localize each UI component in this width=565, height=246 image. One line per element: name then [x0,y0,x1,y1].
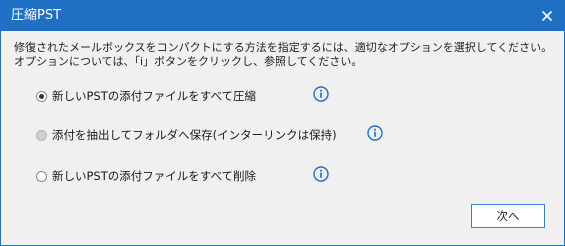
close-button[interactable] [530,1,564,31]
next-button[interactable]: 次へ [471,204,545,228]
radio-extract-attachments[interactable] [36,129,47,141]
compact-pst-dialog: 圧縮PST 修復されたメールボックスをコンパクトにする方法を指定するには、適切な… [0,0,565,246]
window-title: 圧縮PST [11,8,62,23]
info-icon[interactable] [313,86,329,102]
info-icon[interactable] [313,166,329,182]
radio-compress-attachments[interactable] [36,90,47,102]
option-delete-attachments[interactable]: 新しいPSTの添付ファイルをすべて削除 [36,168,256,184]
title-bar: 圧縮PST [1,1,564,31]
close-icon [542,11,552,21]
option-label: 新しいPSTの添付ファイルをすべて削除 [52,169,256,183]
description-line-2: オプションについては、「i」ボタンをクリックし、参照してください。 [14,55,363,68]
description: 修復されたメールボックスをコンパクトにする方法を指定するには、適切なオプションを… [14,41,552,69]
option-compress-attachments[interactable]: 新しいPSTの添付ファイルをすべて圧縮 [36,88,256,104]
info-icon[interactable] [367,125,383,141]
radio-delete-attachments[interactable] [36,170,47,182]
description-line-1: 修復されたメールボックスをコンパクトにする方法を指定するには、適切なオプションを… [14,41,553,54]
dialog-content: 修復されたメールボックスをコンパクトにする方法を指定するには、適切なオプションを… [1,31,564,245]
option-extract-attachments[interactable]: 添付を抽出してフォルダへ保存(インターリンクは保持) [36,127,337,143]
option-label: 新しいPSTの添付ファイルをすべて圧縮 [52,89,256,103]
option-label: 添付を抽出してフォルダへ保存(インターリンクは保持) [52,128,337,142]
